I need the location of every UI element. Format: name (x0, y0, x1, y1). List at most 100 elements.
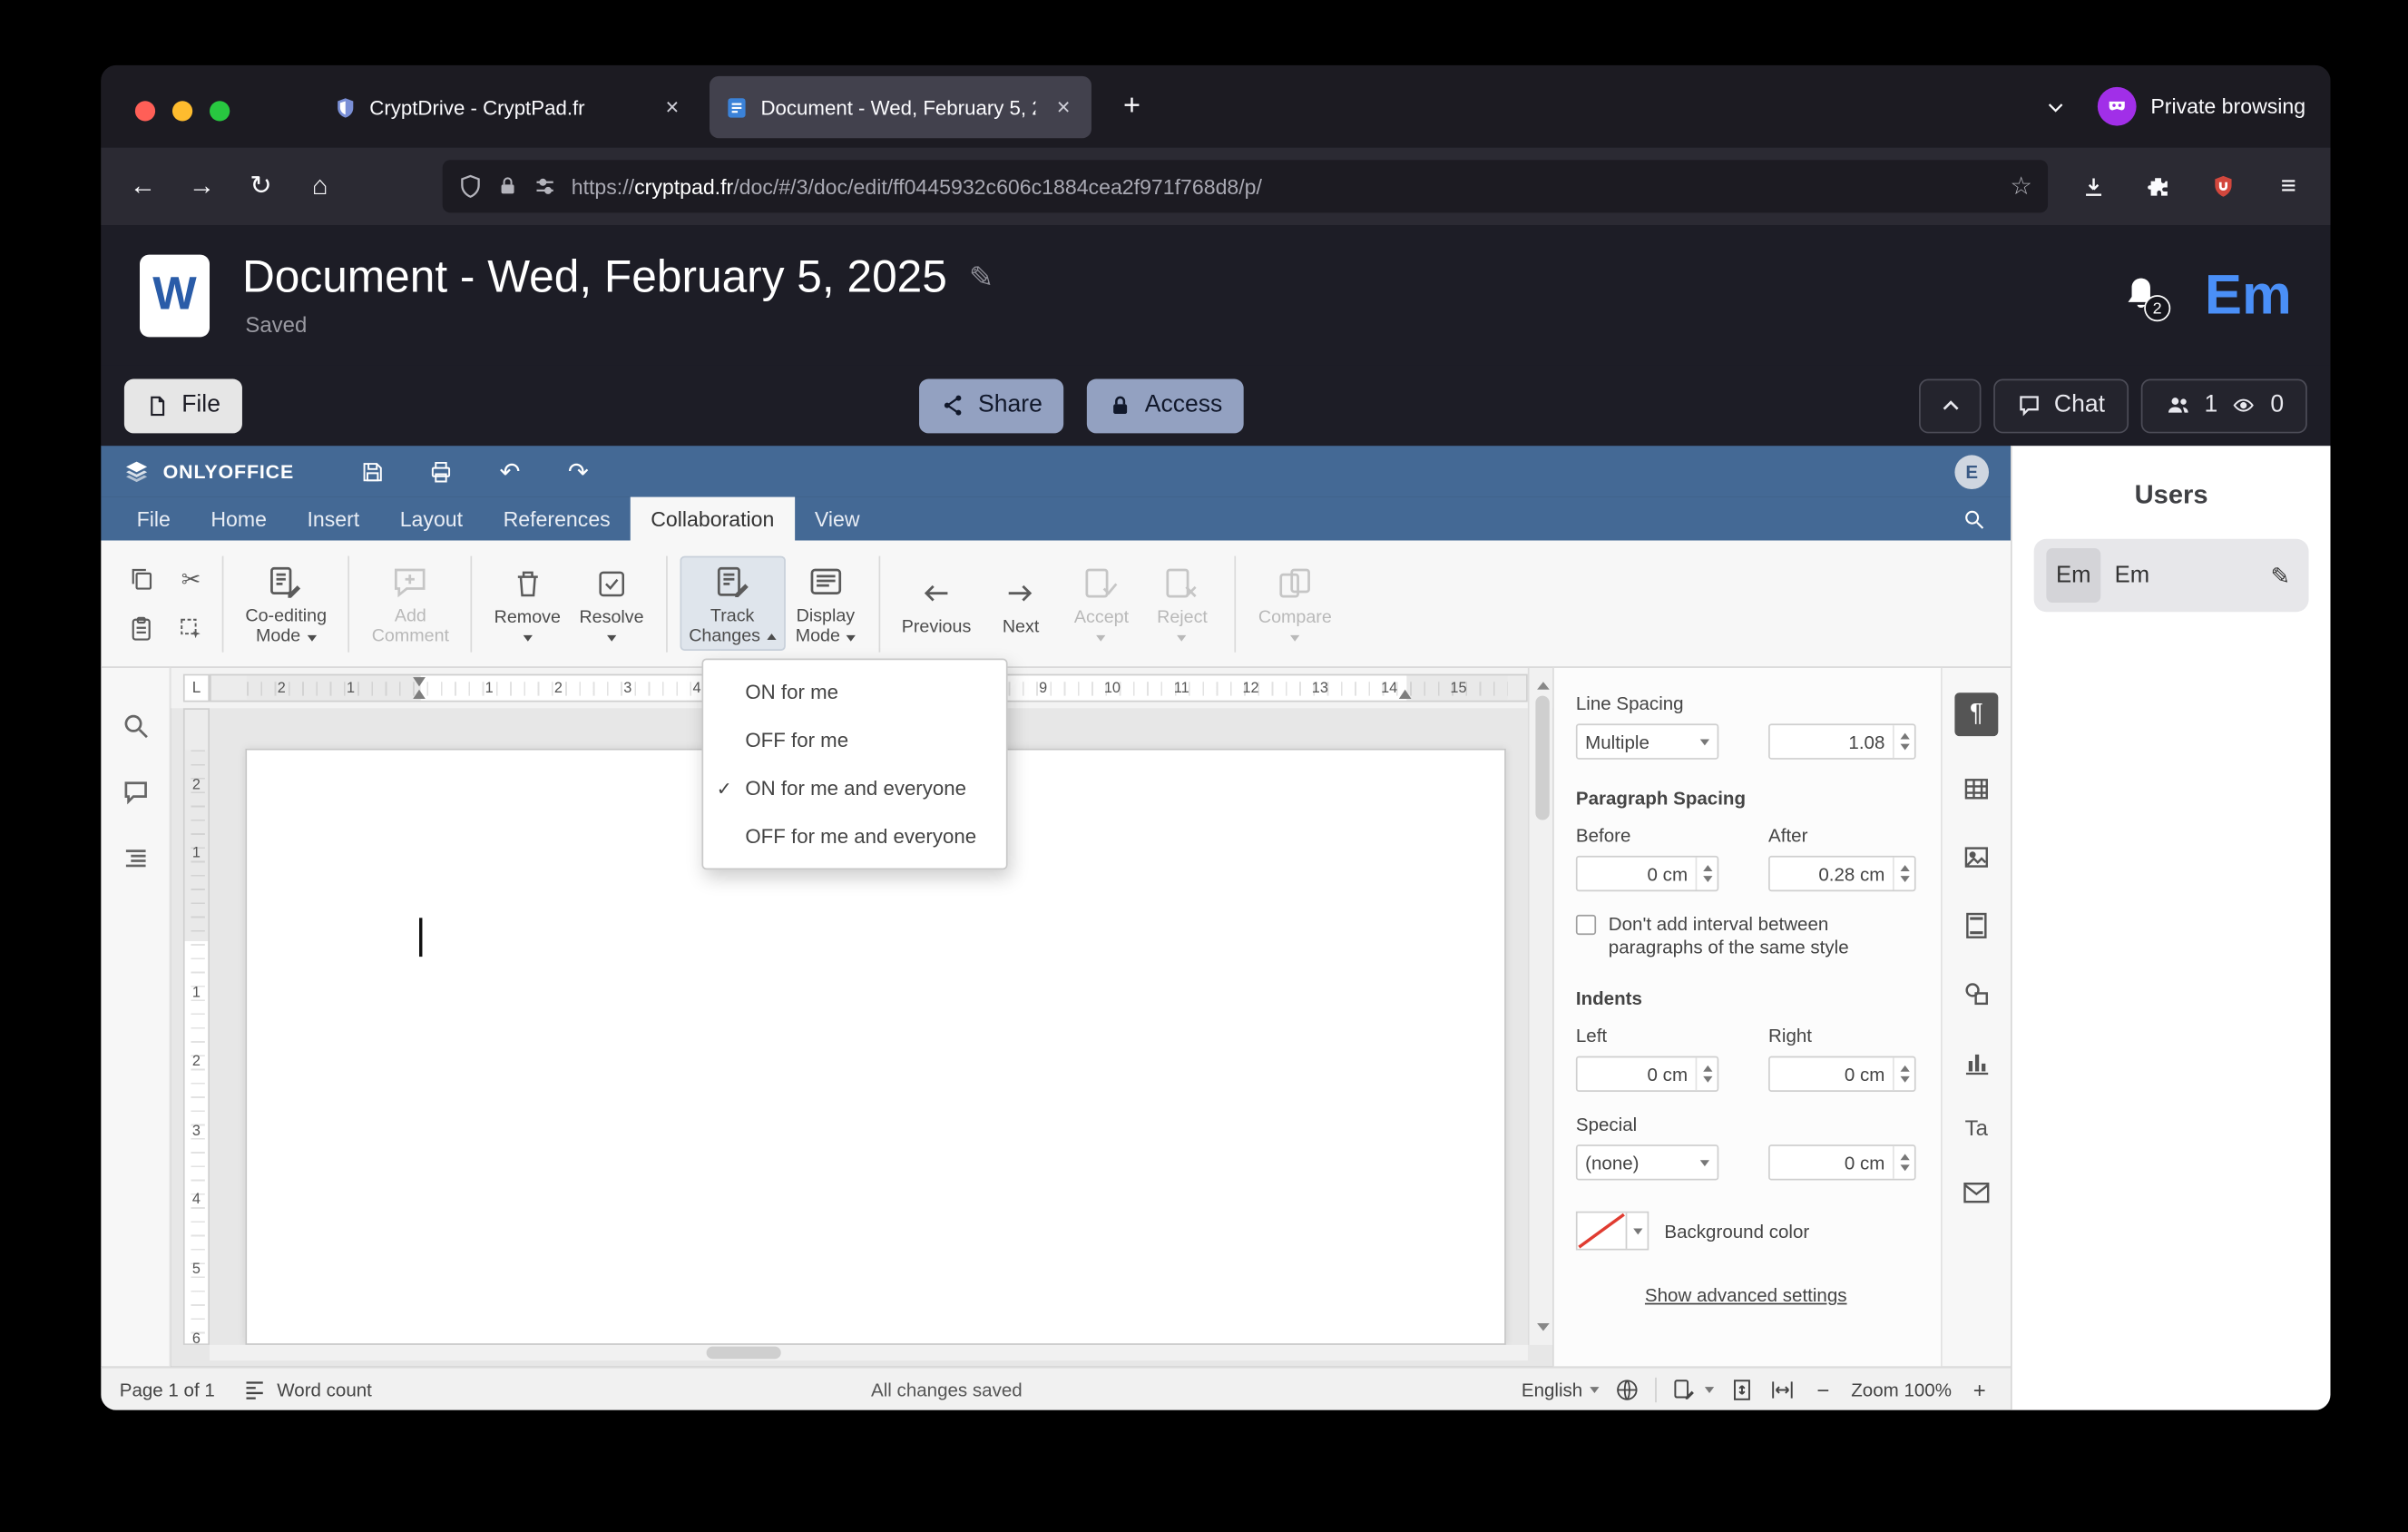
menu-tab[interactable]: Collaboration (630, 496, 795, 541)
language-selector[interactable]: English (1522, 1379, 1600, 1400)
vertical-scroll-thumb[interactable] (1534, 695, 1549, 820)
file-button[interactable]: File (123, 378, 242, 433)
tab-close-icon[interactable]: × (657, 92, 688, 123)
scroll-up-arrow[interactable] (1536, 675, 1549, 690)
scroll-down-arrow[interactable] (1536, 1322, 1549, 1337)
spacing-after-spinner[interactable]: 0.28 cm (1768, 855, 1916, 892)
dropdown-option[interactable]: ✓ ON for me (703, 668, 1006, 716)
cut-icon[interactable]: ✂ (181, 565, 201, 593)
users-count-button[interactable]: 1 0 (2140, 378, 2307, 433)
window-zoom-button[interactable] (210, 101, 230, 122)
swatch-dropdown[interactable] (1625, 1213, 1648, 1249)
next-change-button[interactable]: Next (981, 566, 1062, 641)
mail-merge-settings-icon[interactable] (1961, 1177, 1992, 1208)
menu-tab[interactable]: Layout (379, 497, 483, 541)
compare-button[interactable]: Compare (1249, 557, 1341, 649)
lock-icon[interactable] (497, 175, 519, 197)
zoom-out-button[interactable]: − (1811, 1377, 1835, 1401)
paragraph-settings-icon[interactable]: ¶ (1954, 692, 1999, 737)
new-tab-button[interactable]: + (1107, 83, 1157, 133)
user-list-item[interactable]: Em Em ✎ (2033, 538, 2309, 613)
menu-tab[interactable]: File (116, 497, 191, 541)
search-icon[interactable] (121, 712, 151, 741)
chart-settings-icon[interactable] (1961, 1046, 1992, 1077)
spacing-before-spinner[interactable]: 0 cm (1575, 855, 1719, 892)
home-icon[interactable]: ⌂ (293, 160, 346, 212)
reload-icon[interactable]: ↻ (234, 160, 287, 212)
list-all-tabs-icon[interactable] (2045, 95, 2067, 117)
word-count-control[interactable]: Word count (243, 1377, 372, 1401)
save-icon[interactable] (353, 455, 393, 489)
background-color-swatch[interactable] (1575, 1211, 1649, 1251)
image-settings-icon[interactable] (1961, 841, 1992, 872)
comments-icon[interactable] (121, 778, 151, 808)
dropdown-option[interactable]: ✓ OFF for me (703, 716, 1006, 764)
extensions-puzzle-icon[interactable] (2131, 160, 2184, 212)
no-color-swatch[interactable] (1578, 1213, 1626, 1249)
track-changes-status-toggle[interactable] (1672, 1377, 1715, 1401)
url-bar[interactable]: https://cryptpad.fr/doc/#/3/doc/edit/ff0… (442, 160, 2049, 213)
dropdown-option[interactable]: ✓ OFF for me and everyone (703, 812, 1006, 860)
tracking-shield-icon[interactable] (458, 174, 483, 199)
dropdown-option[interactable]: ✓ ON for me and everyone (703, 764, 1006, 812)
print-icon[interactable] (421, 455, 461, 489)
header-footer-settings-icon[interactable] (1961, 910, 1992, 941)
horizontal-scroll-thumb[interactable] (706, 1346, 781, 1360)
window-close-button[interactable] (134, 101, 156, 122)
previous-change-button[interactable]: Previous (892, 566, 980, 641)
indent-left-spinner[interactable]: 0 cm (1575, 1056, 1719, 1092)
access-button[interactable]: Access (1087, 378, 1245, 433)
edit-title-pencil-icon[interactable]: ✎ (969, 260, 994, 296)
remove-comment-button[interactable]: Remove (485, 557, 570, 649)
menu-tab[interactable]: References (483, 497, 631, 541)
accept-change-button[interactable]: Accept (1062, 557, 1142, 649)
ublock-icon[interactable] (2197, 160, 2249, 212)
chat-button[interactable]: Chat (1993, 378, 2129, 433)
collapse-toolbar-button[interactable] (1919, 378, 1982, 433)
indent-right-spinner[interactable]: 0 cm (1768, 1056, 1916, 1092)
toolbar-search-icon[interactable] (1963, 507, 1986, 531)
collaborator-avatar[interactable]: E (1954, 454, 1990, 489)
zoom-in-button[interactable]: + (1967, 1377, 1992, 1401)
edit-user-pencil-icon[interactable]: ✎ (2270, 562, 2290, 589)
horizontal-scrollbar[interactable] (210, 1344, 1528, 1361)
co-editing-mode-button[interactable]: Co-editing Mode (236, 556, 336, 651)
track-changes-button[interactable]: Track Changes (679, 555, 786, 651)
paste-icon[interactable] (127, 614, 155, 643)
notifications-bell-icon[interactable]: 2 (2120, 273, 2171, 322)
checkbox[interactable] (1575, 914, 1597, 936)
forward-icon[interactable]: → (175, 160, 228, 212)
back-icon[interactable]: ← (116, 160, 169, 212)
copy-icon[interactable] (127, 565, 155, 593)
tab-cryptdrive[interactable]: CryptDrive - CryptPad.fr × (318, 76, 700, 138)
first-line-indent-marker[interactable] (413, 677, 426, 687)
line-spacing-spinner[interactable]: 1.08 (1768, 723, 1916, 760)
bookmark-star-icon[interactable]: ☆ (2010, 171, 2032, 201)
undo-icon[interactable]: ↶ (490, 455, 530, 489)
shape-settings-icon[interactable] (1961, 978, 1992, 1009)
resolve-button[interactable]: Resolve (570, 557, 653, 649)
table-settings-icon[interactable] (1961, 773, 1992, 804)
document-title[interactable]: Document - Wed, February 5, 2025 (242, 253, 947, 304)
menu-tab[interactable]: Home (191, 497, 287, 541)
display-mode-button[interactable]: Display Mode (785, 556, 866, 651)
downloads-icon[interactable] (2067, 160, 2119, 212)
special-select[interactable]: (none) (1575, 1144, 1719, 1181)
advanced-settings-link[interactable]: Show advanced settings (1576, 1284, 1916, 1306)
add-comment-button[interactable]: Add Comment (362, 556, 458, 651)
left-indent-marker[interactable] (413, 689, 426, 700)
tab-document[interactable]: Document - Wed, February 5, 2 × (710, 75, 1091, 139)
zoom-level[interactable]: Zoom 100% (1851, 1379, 1952, 1400)
menu-tab[interactable]: View (795, 497, 880, 541)
page-indicator[interactable]: Page 1 of 1 (120, 1379, 215, 1400)
spellcheck-globe-icon[interactable] (1615, 1377, 1640, 1401)
special-spinner[interactable]: 0 cm (1768, 1144, 1916, 1181)
account-avatar[interactable]: Em (2205, 262, 2292, 328)
fit-width-icon[interactable] (1770, 1377, 1795, 1401)
vertical-ruler[interactable]: 2 1 1 2 3 4 5 6 (182, 708, 210, 1345)
window-minimize-button[interactable] (171, 101, 193, 122)
tab-close-icon[interactable]: × (1048, 92, 1079, 123)
line-spacing-select[interactable]: Multiple (1575, 723, 1719, 760)
menu-tab[interactable]: Insert (287, 497, 379, 541)
permissions-icon[interactable] (533, 174, 557, 199)
